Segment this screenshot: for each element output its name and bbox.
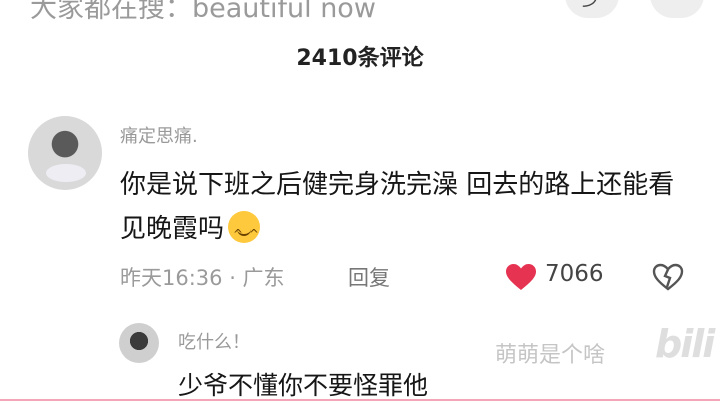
reply-text: 少爷不懂你不要怪罪他 <box>178 371 429 400</box>
search-hint[interactable]: 大家都在搜：beautiful now <box>30 0 376 25</box>
reply-username[interactable]: 吃什么！ <box>178 328 250 354</box>
like-button[interactable]: 7066 <box>505 261 615 291</box>
reply-avatar[interactable] <box>119 323 159 363</box>
comment-username[interactable]: 痛定思痛. <box>120 122 198 148</box>
share-button[interactable]: ⤴ <box>565 0 619 18</box>
divider <box>0 399 720 401</box>
smile-emoji-icon <box>228 211 261 256</box>
heart-icon <box>506 264 536 290</box>
close-icon: ✕ <box>650 0 704 6</box>
like-count: 7066 <box>545 261 604 287</box>
comment-count-title: 2410条评论 <box>296 46 424 71</box>
watermark-text: 萌萌是个啥 <box>495 343 606 368</box>
comment-time-location: 昨天16:36 · 广东 <box>120 266 285 290</box>
reply-button[interactable]: 回复 <box>348 262 390 292</box>
avatar[interactable] <box>28 116 102 190</box>
bilibili-watermark-logo: bili <box>655 322 715 366</box>
comment-body: 你是说下班之后健完身洗完澡 回去的路上还能看见晚霞吗 <box>120 170 675 244</box>
close-button[interactable]: ✕ <box>650 0 704 18</box>
share-icon: ⤴ <box>565 0 619 11</box>
comment-text: 你是说下班之后健完身洗完澡 回去的路上还能看见晚霞吗 <box>120 163 690 256</box>
dislike-icon[interactable] <box>652 263 684 291</box>
